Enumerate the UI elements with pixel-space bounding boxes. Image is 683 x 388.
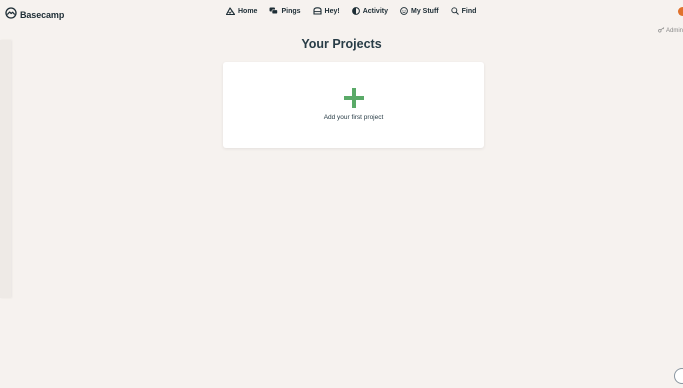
nav-home[interactable]: Home [226,7,257,15]
add-first-project-label: Add your first project [323,114,384,121]
nav-find[interactable]: Find [450,7,477,15]
page-title: Your Projects [301,37,382,51]
my-stuff-icon [400,7,408,15]
hey-inbox-icon [312,7,322,15]
nav-pings-label: Pings [281,7,301,15]
nav-find-label: Find [461,7,477,15]
brand-home-link[interactable]: Basecamp [5,6,64,24]
main-nav: Home Pings Hey! Activity My Stuff Find [226,7,476,15]
pings-chat-icon [269,7,279,15]
basecamp-logo-icon [5,6,17,24]
help-button[interactable] [674,368,683,384]
top-navigation-bar: Basecamp Home Pings Hey! Activity My Stu… [0,0,683,26]
nav-hey[interactable]: Hey! [312,7,340,15]
nav-my-stuff[interactable]: My Stuff [400,7,439,15]
brand-name: Basecamp [20,10,65,20]
avatar[interactable] [678,7,683,16]
nav-home-label: Home [238,7,258,15]
add-first-project-card[interactable]: Add your first project [223,62,484,148]
search-icon [450,7,459,15]
nav-my-stuff-label: My Stuff [411,7,439,15]
side-panel-edge[interactable] [0,40,11,298]
nav-activity[interactable]: Activity [351,7,388,15]
admin-label: Admin [665,28,683,34]
nav-pings[interactable]: Pings [269,7,301,15]
key-icon [658,27,665,35]
home-mountain-icon [226,7,235,15]
nav-hey-label: Hey! [324,7,340,15]
admin-link[interactable]: Admin [658,27,683,35]
plus-icon [344,88,364,113]
nav-activity-label: Activity [362,7,388,15]
activity-icon [351,7,360,15]
